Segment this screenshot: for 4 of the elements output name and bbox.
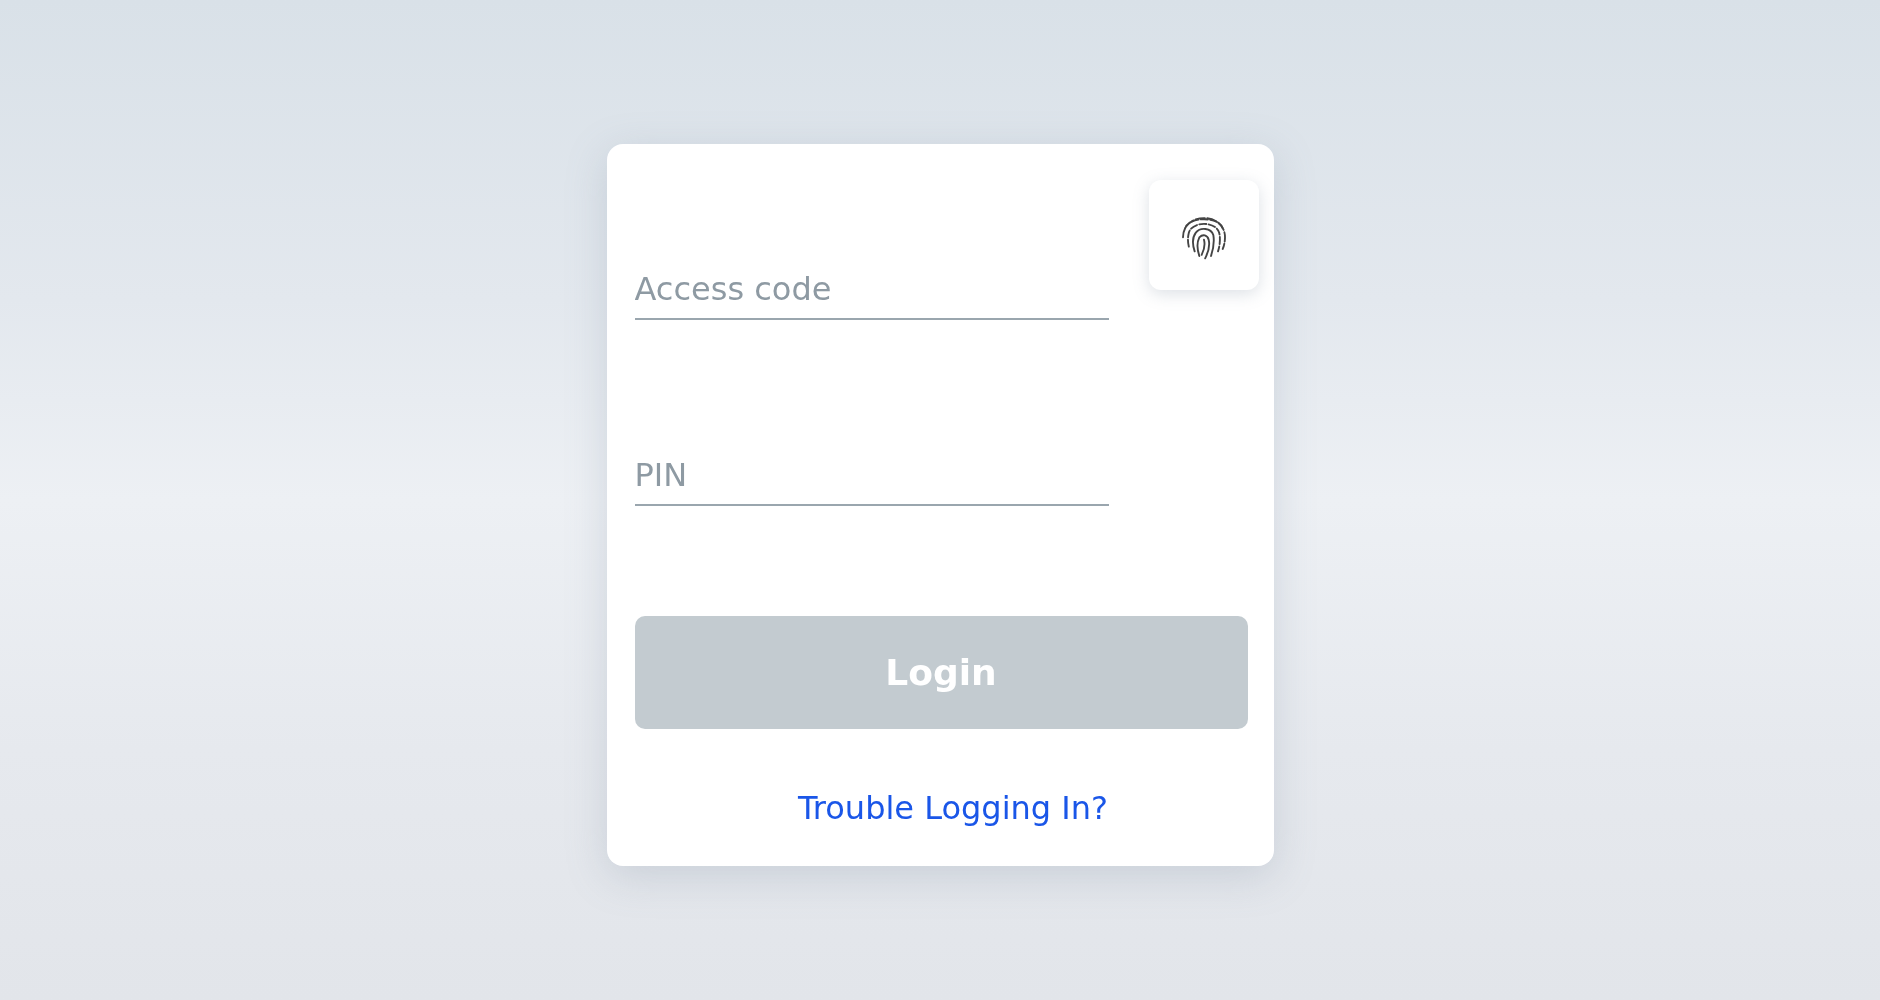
help-link[interactable]: Trouble Logging In? [797, 789, 1108, 827]
fingerprint-button[interactable] [1148, 180, 1259, 290]
pin-field[interactable]: PIN [634, 446, 1109, 506]
access-code-field[interactable]: Access code [634, 260, 1109, 320]
